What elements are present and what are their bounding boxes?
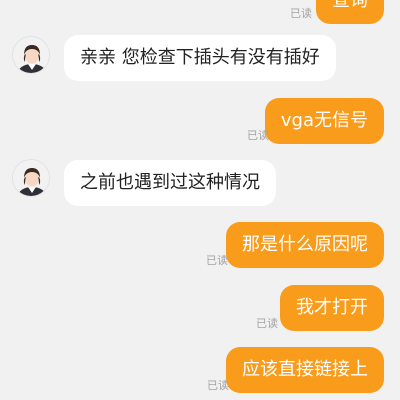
- read-receipt: 已读: [247, 129, 269, 142]
- read-receipt: 已读: [207, 379, 229, 392]
- agent-avatar-icon[interactable]: [12, 159, 50, 197]
- read-receipt: 已读: [256, 317, 278, 330]
- read-receipt: 已读: [206, 254, 228, 267]
- outgoing-message-bubble[interactable]: vga无信号: [264, 98, 384, 144]
- outgoing-message-bubble[interactable]: 我才打开: [280, 285, 384, 331]
- incoming-message-bubble[interactable]: 之前也遇到过这种情况: [64, 160, 276, 206]
- outgoing-message-bubble[interactable]: 查询: [316, 0, 384, 24]
- outgoing-message-bubble[interactable]: 应该直接链接上: [226, 347, 384, 393]
- incoming-message-bubble[interactable]: 亲亲 您检查下插头有没有插好: [64, 35, 336, 81]
- outgoing-message-bubble[interactable]: 那是什么原因呢: [226, 222, 384, 268]
- agent-avatar-icon[interactable]: [12, 36, 50, 74]
- read-receipt: 已读: [290, 7, 312, 20]
